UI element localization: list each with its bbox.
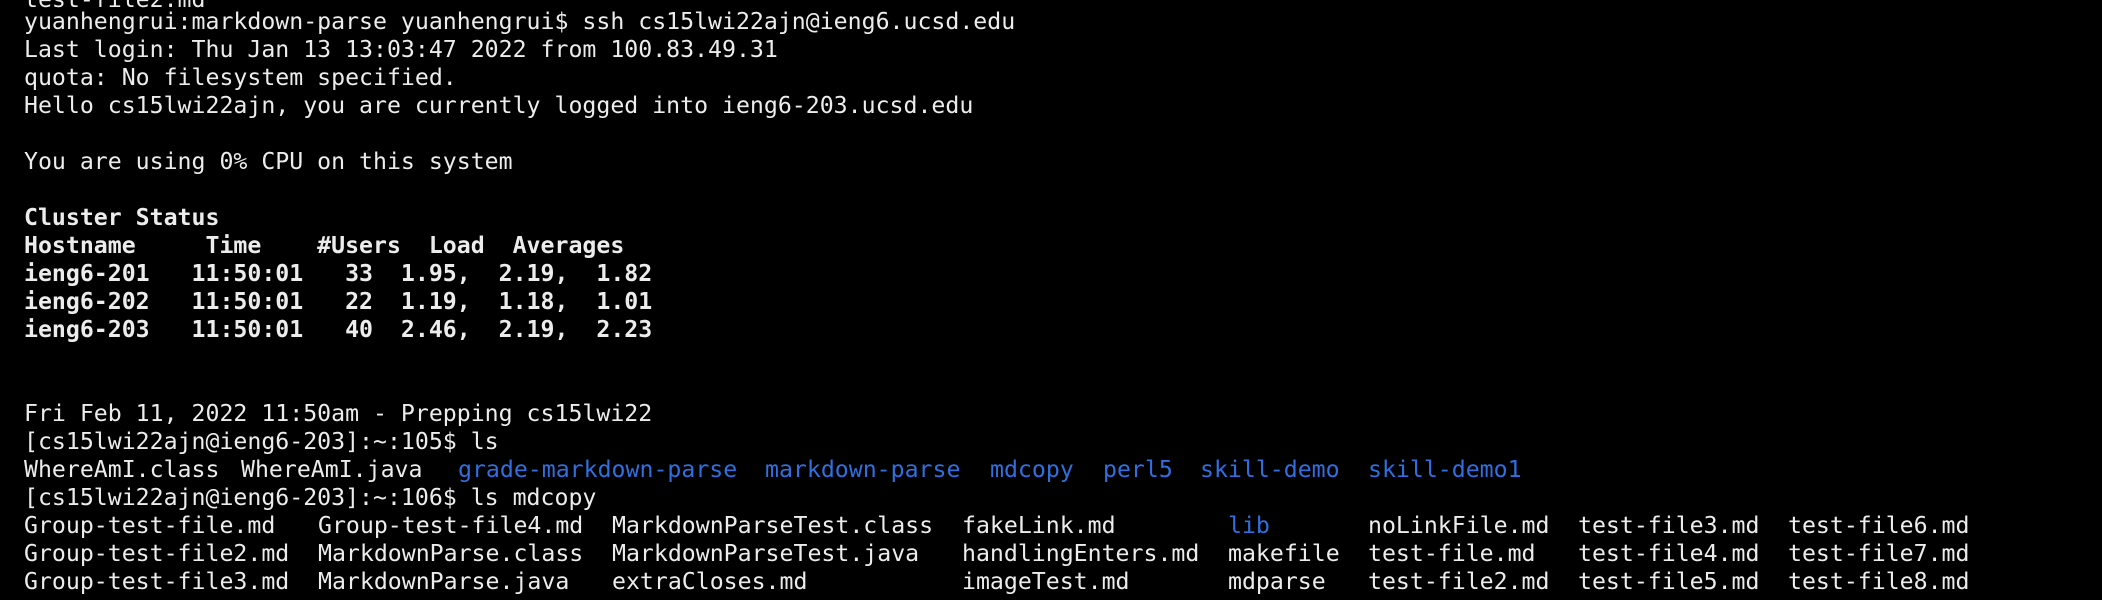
file-entry: Group-test-file2.md xyxy=(24,540,290,567)
file-entry: mdparse xyxy=(1228,568,1326,595)
file-entry: test-file4.md xyxy=(1578,540,1760,567)
hostname-cell: ieng6-203 11:50:01 40 2.46, 2.19, 2.23 xyxy=(24,316,653,343)
file-entry: WhereAmI.java xyxy=(241,456,423,483)
file-entry: imageTest.md xyxy=(962,568,1130,595)
file-entry: MarkdownParseTest.class xyxy=(612,512,934,539)
cluster-status-header: Hostname Time #Users Load Averages xyxy=(24,232,625,259)
hostname-cell: ieng6-201 11:50:01 33 1.95, 2.19, 1.82 xyxy=(24,260,653,287)
file-entry: makefile xyxy=(1228,540,1340,567)
cluster-status-row: ieng6-203 11:50:01 40 2.46, 2.19, 2.23 xyxy=(24,316,652,344)
motd-line: Fri Feb 11, 2022 11:50am - Prepping cs15… xyxy=(24,400,653,427)
terminal-window[interactable]: test-file2.md yuanhengrui:markdown-parse… xyxy=(0,0,2102,600)
cpu-usage-line: You are using 0% CPU on this system xyxy=(24,148,513,175)
file-entry: test-file7.md xyxy=(1788,540,1970,567)
prompt-ls-mdcopy-line: [cs15lwi22ajn@ieng6-203]:~:106$ ls mdcop… xyxy=(24,484,597,511)
directory-entry: perl5 xyxy=(1103,456,1173,483)
file-entry: test-file5.md xyxy=(1578,568,1760,595)
file-entry: MarkdownParse.class xyxy=(318,540,584,567)
file-entry: test-file3.md xyxy=(1578,512,1760,539)
file-entry: test-file8.md xyxy=(1788,568,1970,595)
file-entry: MarkdownParseTest.java xyxy=(612,540,920,567)
file-entry: MarkdownParse.java xyxy=(318,568,570,595)
cluster-status-row: ieng6-202 11:50:01 22 1.19, 1.18, 1.01 xyxy=(24,288,652,316)
file-entry: Group-test-file4.md xyxy=(318,512,584,539)
last-login-line: Last login: Thu Jan 13 13:03:47 2022 fro… xyxy=(24,36,778,63)
file-entry: test-file6.md xyxy=(1788,512,1970,539)
file-entry: test-file.md xyxy=(1368,540,1536,567)
hostname-cell: ieng6-202 11:50:01 22 1.19, 1.18, 1.01 xyxy=(24,288,653,315)
hello-line: Hello cs15lwi22ajn, you are currently lo… xyxy=(24,92,974,119)
file-entry: Group-test-file.md xyxy=(24,512,276,539)
ssh-command-line: yuanhengrui:markdown-parse yuanhengrui$ … xyxy=(24,8,1016,35)
directory-entry: skill-demo xyxy=(1200,456,1340,483)
quota-line: quota: No filesystem specified. xyxy=(24,64,457,91)
file-entry: Group-test-file3.md xyxy=(24,568,290,595)
directory-entry: markdown-parse xyxy=(765,456,961,483)
cluster-status-row: ieng6-201 11:50:01 33 1.95, 2.19, 1.82 xyxy=(24,260,652,288)
file-entry: fakeLink.md xyxy=(962,512,1116,539)
cluster-status-title: Cluster Status xyxy=(24,204,220,231)
file-entry: WhereAmI.class xyxy=(24,456,220,483)
file-entry: test-file2.md xyxy=(1368,568,1550,595)
file-entry: handlingEnters.md xyxy=(962,540,1200,567)
directory-entry: grade-markdown-parse xyxy=(458,456,738,483)
directory-entry: lib xyxy=(1228,512,1270,539)
directory-entry: mdcopy xyxy=(990,456,1074,483)
directory-entry: skill-demo1 xyxy=(1368,456,1522,483)
prompt-ls-line: [cs15lwi22ajn@ieng6-203]:~:105$ ls xyxy=(24,428,499,455)
file-entry: extraCloses.md xyxy=(612,568,808,595)
file-entry: noLinkFile.md xyxy=(1368,512,1550,539)
